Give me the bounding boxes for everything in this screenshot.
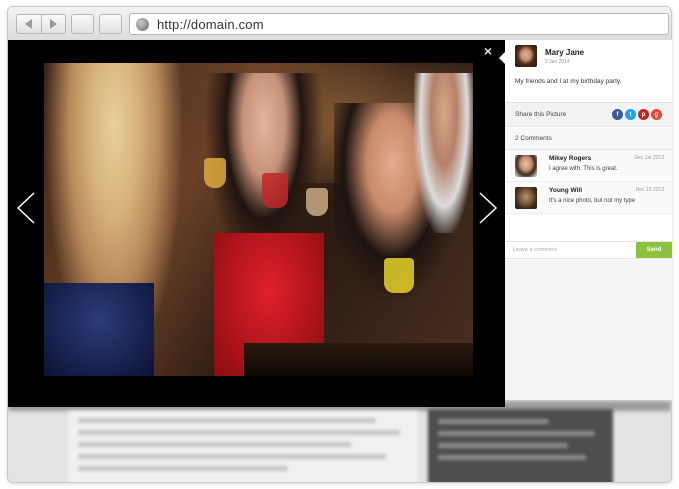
share-row: Share this Picture f t p g (505, 102, 672, 127)
blurred-article (68, 411, 418, 482)
comments-count: 2 Comments (505, 128, 672, 150)
blurred-widget (428, 409, 613, 482)
comment-date: Dec 1st 2013 (634, 155, 664, 161)
comment-text: I agree with. This is great. (549, 166, 618, 172)
browser-toolbar: http://domain.com (8, 7, 671, 41)
author-name[interactable]: Mary Jane (545, 48, 584, 57)
chevron-left-icon (16, 192, 35, 224)
author-info: Mary Jane 3 Jan 2014 (515, 45, 584, 67)
commenter-name[interactable]: Mikey Rogers (549, 155, 591, 162)
twitter-icon[interactable]: t (625, 109, 636, 120)
googleplus-icon[interactable]: g (651, 109, 662, 120)
next-image-button[interactable] (478, 192, 498, 224)
comment-panel: Mary Jane 3 Jan 2014 My friends and I at… (505, 40, 672, 400)
commenter-avatar[interactable] (515, 155, 537, 177)
comment-form: Send (505, 241, 672, 259)
back-button[interactable] (17, 15, 41, 33)
previous-image-button[interactable] (16, 192, 36, 224)
comment-date: Dec 16 2013 (635, 187, 664, 193)
back-arrow-icon (25, 19, 33, 29)
post-date: 3 Jan 2014 (545, 58, 570, 65)
social-buttons: f t p g (612, 109, 662, 120)
commenter-avatar[interactable] (515, 187, 537, 209)
comment-item: Mikey Rogers Dec 1st 2013 I agree with. … (505, 150, 672, 182)
chevron-right-icon (479, 192, 498, 224)
facebook-icon[interactable]: f (612, 109, 623, 120)
forward-arrow-icon (49, 19, 57, 29)
panel-empty-area (505, 260, 672, 400)
forward-button[interactable] (40, 15, 66, 33)
comment-list: Mikey Rogers Dec 1st 2013 I agree with. … (505, 150, 672, 214)
close-lightbox-button[interactable]: × (481, 44, 495, 58)
author-avatar[interactable] (515, 45, 537, 67)
comment-input[interactable] (505, 242, 636, 258)
pinterest-icon[interactable]: p (638, 109, 649, 120)
address-bar[interactable]: http://domain.com (129, 13, 669, 35)
nav-buttons (16, 14, 66, 34)
toolbar-button-1[interactable] (71, 14, 94, 34)
comment-item: Young Will Dec 16 2013 It's a nice photo… (505, 182, 672, 214)
party-photo (44, 63, 473, 376)
commenter-name[interactable]: Young Will (549, 187, 582, 194)
comment-text: It's a nice photo, but not my type (549, 198, 636, 204)
url-text: http://domain.com (157, 16, 264, 32)
share-label: Share this Picture (515, 111, 567, 118)
photo-caption: My friends and I at my birthday party. (515, 78, 622, 85)
globe-icon (136, 17, 149, 31)
toolbar-button-2[interactable] (99, 14, 122, 34)
send-button[interactable]: Send (636, 242, 672, 258)
lightbox: × (8, 40, 505, 407)
